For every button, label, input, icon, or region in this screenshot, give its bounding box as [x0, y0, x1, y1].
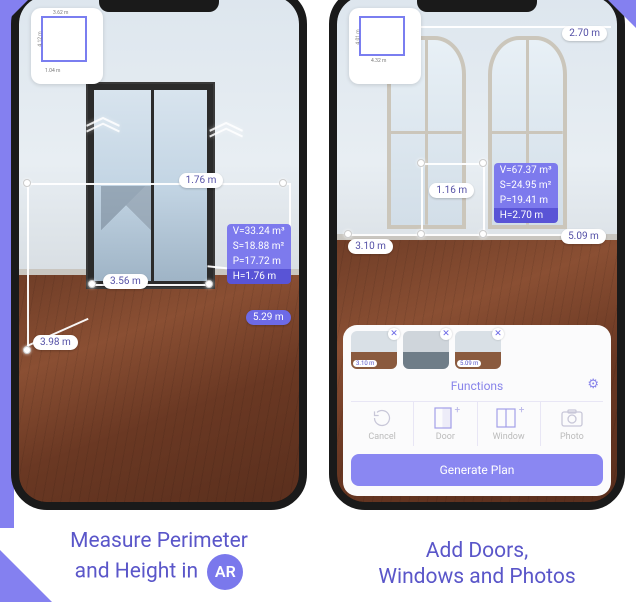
close-icon[interactable]: ✕: [388, 328, 400, 340]
room-stats: V=33.24 m³ S=18.88 m² P=17.72 m H=1.76 m: [227, 224, 291, 284]
left-showcase: 3.62 m 4.12 m 1.04 m ︽ ︽ 1.76 m 3.56 m: [0, 0, 318, 602]
function-buttons: Cancel + Door + Window: [351, 401, 603, 446]
thumb-label: 5.09 m: [457, 360, 481, 367]
ceiling-height-measurement[interactable]: 2.70 m: [562, 26, 607, 41]
height-measurement[interactable]: 1.76 m: [179, 173, 224, 188]
cancel-button[interactable]: Cancel: [351, 402, 414, 446]
measurement-thumbnail[interactable]: 5.09 m ✕: [455, 331, 501, 369]
caption-line2: and Height in: [75, 560, 198, 584]
door-button[interactable]: + Door: [414, 402, 477, 446]
fp-left-label: 4.12 m: [38, 31, 44, 46]
close-icon[interactable]: ✕: [440, 328, 452, 340]
height-stat: H=1.76 m: [227, 269, 291, 284]
up-arrow-icon: ︽: [208, 112, 244, 134]
right-caption: Add Doors, Windows and Photos: [318, 538, 636, 591]
measurement-thumbnail[interactable]: 3.10 m ✕: [351, 331, 397, 369]
close-icon[interactable]: ✕: [492, 328, 504, 340]
phone-frame: 4.32 m 4.01 m 2.70 m 1.16 m 3.10 m 5.09 …: [329, 0, 625, 510]
up-arrow-icon: ︽: [85, 107, 121, 129]
fp-left-label: 4.01 m: [356, 29, 362, 44]
floor-measurement[interactable]: 3.10 m: [348, 239, 393, 254]
photo-label: Photo: [560, 432, 584, 442]
window-label: Window: [493, 432, 525, 442]
phone-notch: [417, 0, 537, 12]
fp-top-label: 3.62 m: [53, 10, 68, 16]
decor-triangle: [608, 0, 636, 28]
width-measurement[interactable]: 3.56 m: [103, 274, 148, 289]
phone-screen: 3.62 m 4.12 m 1.04 m ︽ ︽ 1.76 m 3.56 m: [19, 0, 299, 502]
fp-small-label: 1.04 m: [45, 68, 60, 74]
door-icon: +: [434, 408, 458, 428]
height-stat: H=2.70 m: [494, 208, 558, 223]
floor-measurement[interactable]: 5.09 m: [561, 229, 606, 244]
fp-top-label: 4.32 m: [371, 58, 386, 64]
room-stats: V=67.37 m³ S=24.95 m² P=19.41 m H=2.70 m: [494, 163, 558, 223]
gear-icon[interactable]: ⚙: [587, 377, 599, 392]
thumbnail-strip: 3.10 m ✕ ✕ 5.09 m ✕: [351, 331, 603, 369]
perimeter-stat: P=19.41 m: [494, 193, 558, 208]
phone-frame: 3.62 m 4.12 m 1.04 m ︽ ︽ 1.76 m 3.56 m: [11, 0, 307, 510]
right-showcase: 4.32 m 4.01 m 2.70 m 1.16 m 3.10 m 5.09 …: [318, 0, 636, 602]
floor: [19, 274, 299, 502]
functions-header: Functions ⚙: [351, 377, 603, 401]
floorplan-thumbnail[interactable]: 4.32 m 4.01 m: [349, 8, 421, 84]
cancel-label: Cancel: [368, 432, 395, 442]
caption-line2: Windows and Photos: [378, 565, 575, 589]
door-label: Door: [436, 432, 455, 442]
photo-button[interactable]: Photo: [541, 402, 603, 446]
diagonal-measurement[interactable]: 3.98 m: [33, 335, 78, 350]
ar-line: [27, 183, 290, 185]
window-icon: +: [496, 408, 522, 428]
floorplan-thumbnail[interactable]: 3.62 m 4.12 m 1.04 m: [31, 8, 103, 84]
measurement-thumbnail[interactable]: ✕: [403, 331, 449, 369]
ar-line: [27, 183, 29, 350]
ar-line: [421, 163, 423, 234]
ar-line: [421, 163, 483, 165]
window-button[interactable]: + Window: [478, 402, 541, 446]
functions-label: Functions: [451, 379, 504, 393]
area-stat: S=18.88 m²: [227, 239, 291, 254]
door-width-measurement[interactable]: 1.16 m: [429, 183, 474, 198]
camera-icon: [561, 408, 583, 428]
cancel-icon: [372, 408, 392, 428]
perimeter-stat: P=17.72 m: [227, 254, 291, 269]
generate-plan-button[interactable]: Generate Plan: [351, 454, 603, 486]
phone-notch: [99, 0, 219, 12]
side-measurement[interactable]: 5.29 m: [246, 310, 291, 325]
area-stat: S=24.95 m²: [494, 178, 558, 193]
volume-stat: V=33.24 m³: [227, 224, 291, 239]
caption-line1: Measure Perimeter: [70, 529, 248, 553]
volume-stat: V=67.37 m³: [494, 163, 558, 178]
thumb-label: 3.10 m: [353, 360, 377, 367]
decor-triangle: [0, 0, 28, 28]
decor-triangle: [0, 550, 52, 602]
controls-panel: 3.10 m ✕ ✕ 5.09 m ✕ Functions ⚙: [343, 325, 611, 496]
ar-badge: AR: [207, 554, 243, 590]
ar-line: [483, 163, 485, 234]
caption-line1: Add Doors,: [426, 539, 528, 563]
phone-screen: 4.32 m 4.01 m 2.70 m 1.16 m 3.10 m 5.09 …: [337, 0, 617, 502]
